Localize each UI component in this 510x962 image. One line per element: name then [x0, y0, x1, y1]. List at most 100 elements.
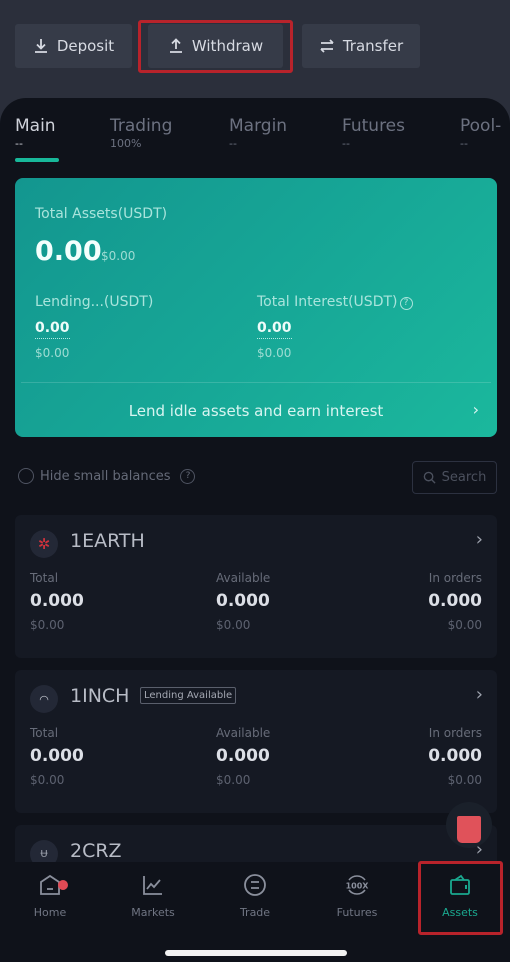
in-orders-column: In orders 0.000 $0.00 [428, 571, 482, 632]
in-orders-usd: $0.00 [447, 773, 482, 787]
column-header: Available [216, 726, 271, 740]
coin-name: 1EARTH [70, 530, 145, 552]
chart-line-icon [143, 876, 162, 895]
tab-sub: -- [342, 137, 350, 150]
nav-markets[interactable]: Markets [113, 872, 193, 919]
total-usd: $0.00 [30, 618, 65, 632]
nav-trade[interactable]: Trade [215, 872, 295, 919]
download-icon [34, 39, 47, 53]
chevron-right-icon[interactable]: › [476, 529, 483, 550]
tab-label: Futures [342, 116, 405, 136]
lending-usd: $0.00 [35, 346, 70, 360]
tab-sub: -- [15, 137, 23, 150]
in-orders-value: 0.000 [428, 746, 482, 766]
futures-100x-icon: 100X [346, 875, 370, 895]
tab-sub: 100% [110, 137, 142, 150]
total-value: 0.000 [30, 746, 84, 766]
interest-usd: $0.00 [257, 346, 292, 360]
asset-row-1inch[interactable]: ◠ 1INCH Lending Available › Total 0.000 … [15, 670, 497, 813]
upload-icon [169, 38, 182, 53]
asset-row-1earth[interactable]: ✲ 1EARTH › Total 0.000 $0.00 Available 0… [15, 515, 497, 658]
notification-dot [58, 880, 68, 890]
home-indicator [165, 950, 347, 956]
nav-label: Markets [131, 906, 175, 919]
column-header: Total [30, 571, 59, 585]
nav-label: Home [33, 906, 67, 919]
total-assets-label: Total Assets(USDT) [35, 206, 168, 222]
tab-label: Pool- [460, 116, 502, 136]
column-header: In orders [428, 726, 482, 740]
available-usd: $0.00 [216, 773, 251, 787]
total-assets-value: 0.00 [35, 236, 102, 267]
total-interest-text: Total Interest(USDT) [257, 294, 398, 310]
active-tab-indicator [15, 158, 59, 162]
transfer-button[interactable]: Transfer [302, 24, 420, 68]
chevron-right-icon[interactable]: › [473, 400, 479, 419]
total-assets-card: Total Assets(USDT) 0.00 $0.00 Lending...… [15, 178, 497, 437]
coin-name: 1INCH [70, 685, 130, 707]
deposit-label: Deposit [56, 37, 115, 55]
tab-futures[interactable]: Futures -- [342, 116, 405, 150]
total-assets-usd: $0.00 [101, 249, 136, 263]
withdraw-label: Withdraw [191, 37, 264, 55]
tab-sub: -- [229, 137, 237, 150]
nav-futures[interactable]: 100X Futures [317, 872, 397, 919]
total-column: Total 0.000 $0.00 [30, 571, 84, 632]
tab-pool[interactable]: Pool- -- [460, 116, 501, 150]
transfer-label: Transfer [342, 37, 404, 55]
svg-text:100X: 100X [346, 882, 370, 891]
radio-icon[interactable] [18, 468, 34, 484]
lending-label: Lending...(USDT) [35, 294, 154, 310]
total-column: Total 0.000 $0.00 [30, 726, 84, 787]
in-orders-column: In orders 0.000 $0.00 [428, 726, 482, 787]
lending-available-badge: Lending Available [140, 687, 237, 704]
column-header: In orders [428, 571, 482, 585]
nav-home[interactable]: Home [10, 872, 90, 919]
tab-sub: -- [460, 137, 468, 150]
withdraw-button[interactable]: Withdraw [148, 24, 283, 68]
search-icon [423, 471, 436, 484]
help-icon[interactable]: ? [180, 468, 196, 484]
search-input[interactable]: Search [412, 461, 497, 494]
total-interest-label: Total Interest(USDT)? [257, 294, 413, 310]
tab-label: Main [15, 116, 56, 136]
available-value: 0.000 [216, 591, 270, 611]
tab-main[interactable]: Main -- [15, 116, 56, 150]
transfer-arrows-icon [320, 39, 334, 53]
red-envelope-icon [457, 816, 481, 843]
card-divider [21, 382, 491, 383]
red-packet-float-button[interactable] [446, 802, 492, 848]
help-icon[interactable]: ? [399, 297, 413, 310]
tab-trading[interactable]: Trading 100% [110, 116, 172, 150]
trade-icon [244, 874, 266, 896]
column-header: Available [216, 571, 271, 585]
nav-assets[interactable]: Assets [420, 872, 500, 919]
account-tabs: Main -- Trading 100% Margin -- Futures -… [0, 116, 510, 166]
available-column: Available 0.000 $0.00 [216, 726, 270, 787]
tab-margin[interactable]: Margin -- [229, 116, 287, 150]
coin-name: 2CRZ [70, 840, 122, 862]
hide-small-label: Hide small balances [40, 468, 171, 484]
interest-value[interactable]: 0.00 [257, 320, 292, 339]
available-usd: $0.00 [216, 618, 251, 632]
total-value: 0.000 [30, 591, 84, 611]
bottom-navigation: Home Markets Trade 100X Futures Assets [0, 862, 510, 962]
nav-label: Trade [239, 906, 271, 919]
available-value: 0.000 [216, 746, 270, 766]
lend-cta-link[interactable]: Lend idle assets and earn interest [15, 402, 497, 420]
available-column: Available 0.000 $0.00 [216, 571, 270, 632]
total-usd: $0.00 [30, 773, 65, 787]
hide-small-balances-toggle[interactable]: Hide small balances ? [18, 468, 196, 484]
tab-label: Trading [110, 116, 173, 136]
wallet-icon [450, 874, 470, 895]
tab-label: Margin [229, 116, 288, 136]
nav-label: Assets [442, 906, 478, 919]
chevron-right-icon[interactable]: › [476, 684, 483, 705]
1earth-coin-icon: ✲ [30, 530, 58, 558]
in-orders-usd: $0.00 [447, 618, 482, 632]
search-placeholder: Search [441, 470, 487, 485]
deposit-button[interactable]: Deposit [15, 24, 132, 68]
nav-label: Futures [336, 906, 378, 919]
lending-value[interactable]: 0.00 [35, 320, 70, 339]
in-orders-value: 0.000 [428, 591, 482, 611]
